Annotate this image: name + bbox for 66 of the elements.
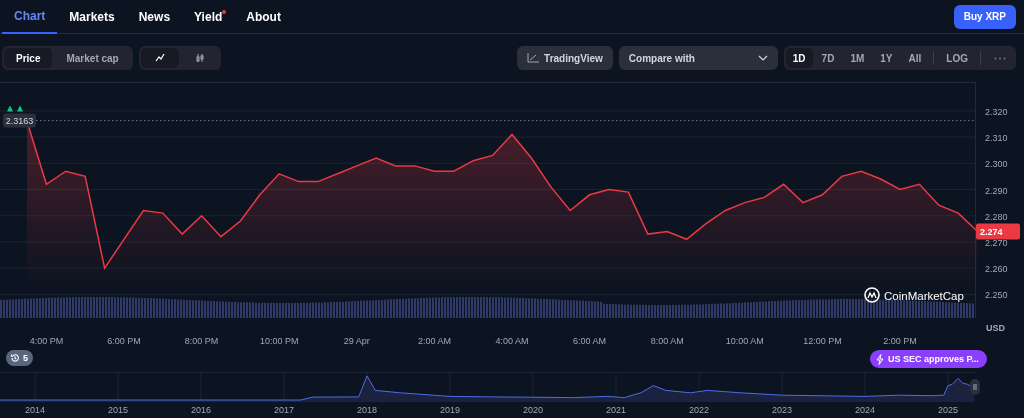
axis-label: 2.280 bbox=[985, 211, 1008, 222]
axis-label: 8:00 PM bbox=[184, 336, 219, 346]
axis-label: 2:00 AM bbox=[417, 336, 451, 346]
axis-label: 10:00 AM bbox=[725, 336, 764, 346]
year-label: 2014 bbox=[25, 405, 45, 415]
start-price-label: 2.3163 bbox=[3, 113, 36, 128]
year-label: 2020 bbox=[523, 405, 543, 415]
tab[interactable]: Chart bbox=[2, 0, 58, 34]
range-handle[interactable] bbox=[970, 379, 980, 395]
year-label: 2022 bbox=[689, 405, 709, 415]
year-label: 2023 bbox=[772, 405, 792, 415]
log-toggle[interactable]: LOG bbox=[939, 48, 975, 68]
year-label: 2024 bbox=[855, 405, 875, 415]
history-badge[interactable]: 5 bbox=[6, 350, 33, 366]
range-tab[interactable]: All bbox=[901, 48, 929, 68]
axis-label: 2.270 bbox=[985, 237, 1008, 248]
history-icon bbox=[10, 353, 20, 363]
axis-label: 2.310 bbox=[985, 133, 1008, 144]
buy-button[interactable]: Buy XRP bbox=[953, 4, 1016, 29]
line-chart-icon bbox=[154, 53, 165, 63]
currency-label: USD bbox=[986, 323, 1005, 333]
compare-dropdown[interactable]: Compare with bbox=[618, 46, 778, 70]
year-label: 2017 bbox=[274, 405, 294, 415]
year-label: 2016 bbox=[191, 405, 211, 415]
range-tab[interactable]: 1D bbox=[785, 48, 813, 68]
brand-watermark: CoinMarketCap bbox=[884, 289, 964, 302]
tab[interactable]: About bbox=[234, 0, 293, 34]
event-badge[interactable]: US SEC approves P... bbox=[870, 350, 987, 368]
year-label: 2015 bbox=[108, 405, 128, 415]
axis-label: 6:00 AM bbox=[573, 336, 607, 346]
line-chart-button[interactable] bbox=[140, 48, 179, 68]
logo-icon bbox=[864, 287, 880, 303]
axis-label: 8:00 AM bbox=[650, 336, 684, 346]
axis-label: 2.320 bbox=[985, 106, 1008, 117]
year-label: 2021 bbox=[606, 405, 626, 415]
year-label: 2025 bbox=[938, 405, 958, 415]
range-tab[interactable]: 1Y bbox=[873, 48, 900, 68]
toggle-option[interactable]: Market cap bbox=[54, 48, 131, 68]
axis-label: 4:00 PM bbox=[29, 336, 64, 346]
marker-icon bbox=[17, 105, 23, 112]
axis-label: 2:00 PM bbox=[883, 336, 917, 346]
axis-label: 12:00 PM bbox=[803, 336, 842, 346]
axis-label: 2.290 bbox=[985, 185, 1008, 196]
more-icon bbox=[994, 56, 1006, 60]
tab[interactable]: Markets bbox=[57, 0, 127, 34]
tab[interactable]: News bbox=[126, 0, 183, 34]
axis-label: 6:00 PM bbox=[107, 336, 141, 346]
range-tab[interactable]: 1M bbox=[843, 48, 872, 68]
axis-label: 10:00 PM bbox=[259, 336, 299, 346]
lightning-icon bbox=[876, 353, 884, 365]
year-label: 2019 bbox=[440, 405, 460, 415]
candlestick-icon bbox=[194, 53, 205, 63]
current-price-tag: 2.274 bbox=[976, 223, 1020, 240]
chart-icon bbox=[527, 53, 540, 63]
tab[interactable]: Yield bbox=[182, 0, 235, 34]
year-label: 2018 bbox=[357, 405, 377, 415]
marker-icon bbox=[7, 105, 13, 112]
axis-label: 2.300 bbox=[985, 159, 1008, 170]
axis-label: 29 Apr bbox=[343, 336, 370, 346]
toggle-option[interactable]: Price bbox=[4, 48, 53, 68]
chevron-down-icon bbox=[757, 55, 768, 61]
axis-label: 2.250 bbox=[985, 290, 1008, 301]
axis-label: 4:00 AM bbox=[495, 336, 529, 346]
axis-label: 2.260 bbox=[985, 264, 1008, 275]
range-tab[interactable]: 7D bbox=[814, 48, 842, 68]
tradingview-button[interactable]: TradingView bbox=[517, 46, 613, 70]
